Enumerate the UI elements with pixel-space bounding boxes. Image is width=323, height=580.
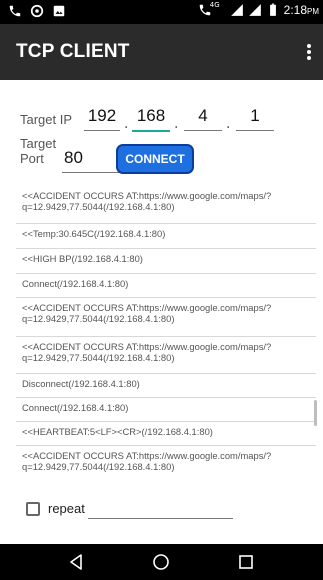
repeat-label: repeat	[48, 501, 85, 516]
app-title: TCP CLIENT	[16, 41, 130, 62]
status-right: 4G 2:18PM	[198, 1, 319, 17]
log-item: <<ACCIDENT OCCURS AT:https://www.google.…	[22, 450, 272, 472]
repeat-checkbox[interactable]	[26, 502, 40, 516]
log-item: <<Temp:30.645C(/192.168.4.1:80)	[16, 224, 316, 249]
port-field[interactable]: 80	[62, 146, 122, 173]
ip-octet-3[interactable]: 4	[184, 104, 222, 131]
home-icon[interactable]	[151, 552, 171, 572]
log-item: <<HIGH BP(/192.168.4.1:80)	[16, 249, 316, 274]
log-item: Connect(/192.168.4.1:80)	[16, 274, 316, 298]
log-item: Connect(/192.168.4.1:80)	[16, 398, 316, 422]
repeat-row: repeat	[26, 500, 306, 522]
recents-icon[interactable]	[236, 552, 256, 572]
target-port-label: Target Port	[20, 136, 57, 166]
message-log[interactable]: <<ACCIDENT OCCURS AT:https://www.google.…	[16, 186, 316, 496]
nav-bar	[0, 544, 323, 580]
target-port-row: Target Port 80 CONNECT	[20, 136, 310, 180]
app-bar: TCP CLIENT	[0, 24, 323, 80]
repeat-input[interactable]	[88, 518, 233, 519]
ip-dot: .	[124, 116, 129, 132]
log-scrollbar[interactable]	[314, 400, 317, 426]
back-icon[interactable]	[66, 552, 86, 572]
ip-octet-4[interactable]: 1	[236, 104, 274, 131]
status-left-icons	[8, 4, 66, 18]
log-item: <<HEARTBEAT:5<LF><CR>(/192.168.4.1:80)	[16, 422, 316, 446]
network-badge: 4G	[209, 1, 220, 9]
log-item: <<ACCIDENT OCCURS AT:https://www.google.…	[16, 186, 316, 224]
battery-icon	[269, 3, 276, 16]
log-item: Disconnect(/192.168.4.1:80)	[16, 374, 316, 398]
log-item: <<ACCIDENT OCCURS AT:https://www.google.…	[16, 298, 316, 337]
log-item: <<ACCIDENT OCCURS AT:https://www.google.…	[16, 337, 316, 374]
time-suffix: PM	[307, 7, 319, 16]
signal-icon-2	[248, 4, 261, 16]
ip-dot: .	[174, 116, 179, 132]
connect-button[interactable]: CONNECT	[116, 144, 194, 174]
ip-dot: .	[226, 116, 231, 132]
ip-octet-2[interactable]: 168	[132, 104, 170, 132]
ip-octet-1[interactable]: 192	[84, 104, 120, 131]
target-icon	[30, 4, 44, 18]
status-time: 2:18PM	[284, 3, 319, 17]
status-bar: 4G 2:18PM	[0, 0, 323, 24]
signal-icon	[230, 4, 243, 16]
image-icon	[53, 5, 65, 17]
time-value: 2:18	[283, 3, 307, 17]
target-ip-label: Target IP	[20, 112, 73, 127]
phone-icon	[9, 5, 21, 17]
target-ip-row: Target IP 192 . 168 . 4 . 1	[20, 104, 310, 134]
more-vert-icon[interactable]	[301, 38, 317, 66]
